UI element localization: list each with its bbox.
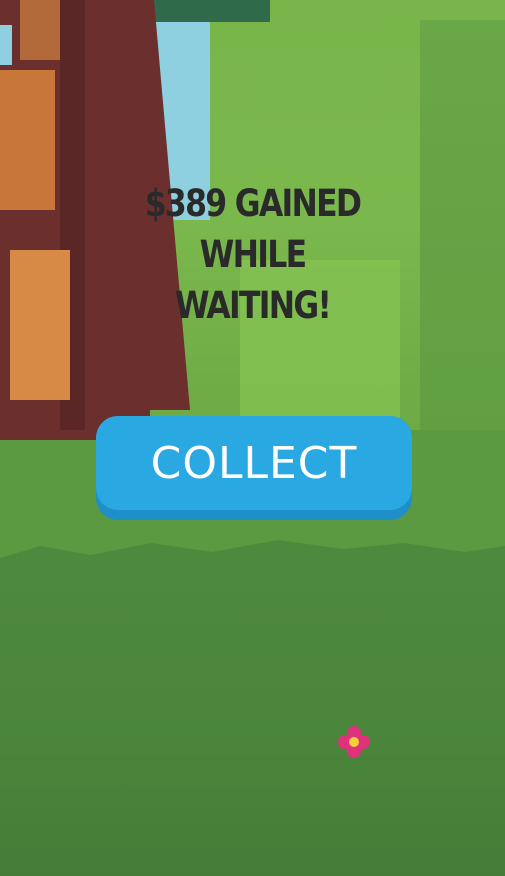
canopy-top — [150, 0, 270, 22]
offline-earnings-line-2: WAITING! — [174, 284, 332, 327]
collect-button-face[interactable]: COLLECT — [96, 416, 412, 510]
game-scene: $389 GAINED WHILE WAITING! COLLECT — [0, 0, 505, 876]
tree-trunk-highlight-upper — [0, 70, 55, 210]
tree-trunk-highlight-lower — [10, 250, 70, 400]
offline-earnings-message: $389 GAINED WHILE WAITING! — [89, 178, 416, 331]
sky-gap — [0, 25, 12, 65]
collect-button-label: COLLECT — [150, 437, 358, 489]
tree-trunk-texture — [20, 0, 60, 60]
grass-ground — [0, 560, 505, 876]
collect-button[interactable]: COLLECT — [96, 416, 412, 520]
offline-earnings-line-1: $389 GAINED WHILE — [144, 182, 362, 276]
flower-icon — [338, 726, 370, 758]
